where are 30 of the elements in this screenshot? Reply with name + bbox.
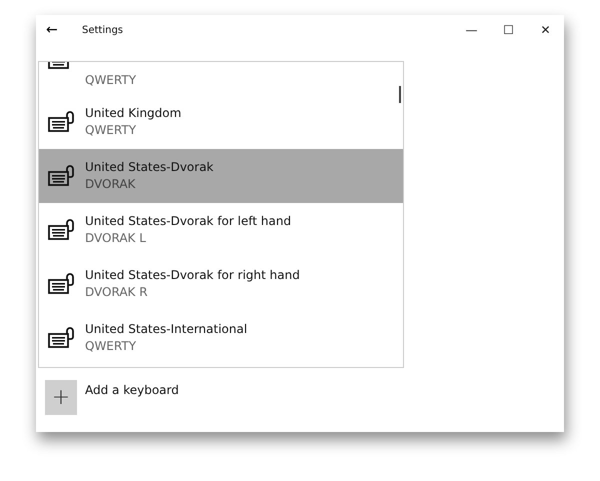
keyboard-icon (48, 111, 74, 133)
keyboard-list-item[interactable]: United States-Dvorak DVORAK (39, 149, 403, 203)
keyboard-list-item[interactable]: United States-Dvorak for left hand DVORAK L (39, 203, 403, 257)
maximize-button[interactable]: ☐ (490, 23, 527, 37)
keyboard-icon (48, 219, 74, 241)
keyboard-icon (48, 327, 74, 349)
add-keyboard-button[interactable]: + (45, 380, 77, 415)
keyboard-name: United States-International (85, 321, 248, 338)
keyboard-icon (48, 165, 74, 187)
keyboard-name: United States-Dvorak for left hand (85, 213, 292, 230)
minimize-button[interactable]: — (453, 23, 490, 37)
keyboard-name: United Kingdom (85, 105, 182, 122)
keyboard-layout: DVORAK R (85, 284, 149, 301)
keyboard-layout: DVORAK (85, 176, 136, 193)
keyboard-name: United States-Dvorak (85, 159, 214, 176)
keyboard-icon (48, 273, 74, 295)
add-keyboard-label[interactable]: Add a keyboard (85, 383, 179, 397)
keyboard-layout: QWERTY (85, 122, 138, 139)
keyboard-layout: QWERTY (85, 72, 136, 89)
keyboard-list-item[interactable]: United States-Dvorak for right hand DVORAK R (39, 257, 403, 311)
scrollbar-thumb[interactable] (399, 86, 401, 103)
keyboard-layout: DVORAK L (85, 230, 147, 247)
keyboard-list-item[interactable]: QWERTY (39, 62, 403, 95)
keyboard-list-item[interactable]: United States-International QWERTY (39, 311, 403, 365)
keyboard-layout: QWERTY (85, 338, 138, 355)
window-title: Settings (82, 24, 124, 36)
back-button[interactable]: ← (46, 22, 66, 38)
keyboard-name: United States-Dvorak for right hand (85, 267, 300, 284)
keyboard-list-item[interactable]: United Kingdom QWERTY (39, 95, 403, 149)
close-button[interactable]: ✕ (527, 23, 564, 37)
